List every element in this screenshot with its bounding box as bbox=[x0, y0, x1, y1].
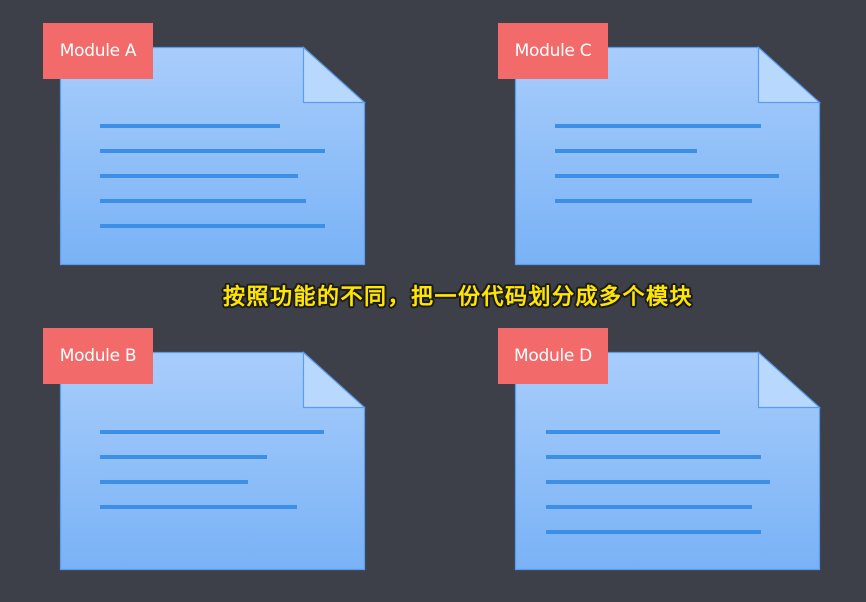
document-module-d: Module D bbox=[498, 328, 822, 571]
document-page-icon bbox=[514, 351, 822, 571]
subtitle-caption: 按照功能的不同，把一份代码划分成多个模块 bbox=[222, 285, 693, 310]
module-label: Module A bbox=[43, 23, 153, 79]
module-label: Module B bbox=[43, 328, 153, 384]
document-module-a: Module A bbox=[43, 23, 367, 266]
document-page-icon bbox=[59, 46, 367, 266]
module-label: Module C bbox=[498, 23, 608, 79]
module-label: Module D bbox=[498, 328, 608, 384]
document-module-c: Module C bbox=[498, 23, 822, 266]
document-page-icon bbox=[59, 351, 367, 571]
document-page-icon bbox=[514, 46, 822, 266]
document-module-b: Module B bbox=[43, 328, 367, 571]
